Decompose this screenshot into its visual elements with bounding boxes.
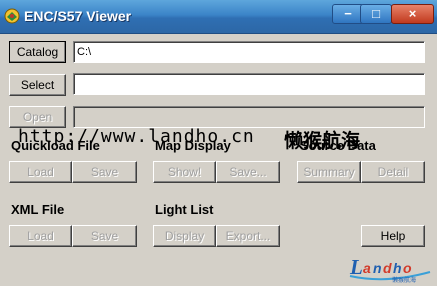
- catalog-path-field[interactable]: C:\: [73, 41, 425, 63]
- close-icon: ×: [408, 6, 417, 21]
- app-icon: [4, 8, 20, 24]
- open-field: [73, 106, 425, 128]
- select-field[interactable]: [73, 73, 425, 95]
- minimize-icon: −: [344, 6, 352, 21]
- light-export-button[interactable]: Export...: [216, 225, 280, 247]
- svg-text:o: o: [403, 260, 412, 276]
- quickload-save-button[interactable]: Save: [72, 161, 137, 183]
- source-summary-button[interactable]: Summary: [297, 161, 361, 183]
- map-display-heading: Map Display: [155, 138, 231, 153]
- light-display-button[interactable]: Display: [153, 225, 216, 247]
- source-detail-button[interactable]: Detail: [361, 161, 425, 183]
- quickload-load-button[interactable]: Load: [9, 161, 72, 183]
- app-window: ENC/S57 Viewer − □ × Catalog C:\ Select …: [0, 0, 437, 286]
- help-button[interactable]: Help: [361, 225, 425, 247]
- open-button[interactable]: Open: [9, 106, 66, 128]
- quickload-file-heading: Quickload File: [11, 138, 100, 153]
- select-button[interactable]: Select: [9, 74, 66, 96]
- svg-text:h: h: [393, 260, 402, 276]
- light-list-heading: Light List: [155, 202, 214, 217]
- svg-text:a: a: [363, 260, 371, 276]
- map-save-button[interactable]: Save...: [216, 161, 280, 183]
- catalog-button[interactable]: Catalog: [9, 41, 66, 63]
- title-bar[interactable]: ENC/S57 Viewer − □ ×: [0, 0, 437, 34]
- window-title: ENC/S57 Viewer: [24, 8, 132, 24]
- xml-file-heading: XML File: [11, 202, 65, 217]
- landho-logo: L a n d h o 懒猴航海: [349, 255, 431, 284]
- close-button[interactable]: ×: [391, 4, 434, 24]
- source-data-heading: Source Data: [300, 138, 376, 153]
- xml-save-button[interactable]: Save: [72, 225, 137, 247]
- svg-text:n: n: [373, 260, 382, 276]
- svg-text:L: L: [349, 255, 363, 279]
- maximize-icon: □: [372, 6, 380, 21]
- xml-load-button[interactable]: Load: [9, 225, 72, 247]
- svg-text:d: d: [383, 260, 392, 276]
- maximize-button[interactable]: □: [360, 4, 392, 24]
- map-show-button[interactable]: Show!: [153, 161, 216, 183]
- svg-text:懒猴航海: 懒猴航海: [392, 276, 416, 284]
